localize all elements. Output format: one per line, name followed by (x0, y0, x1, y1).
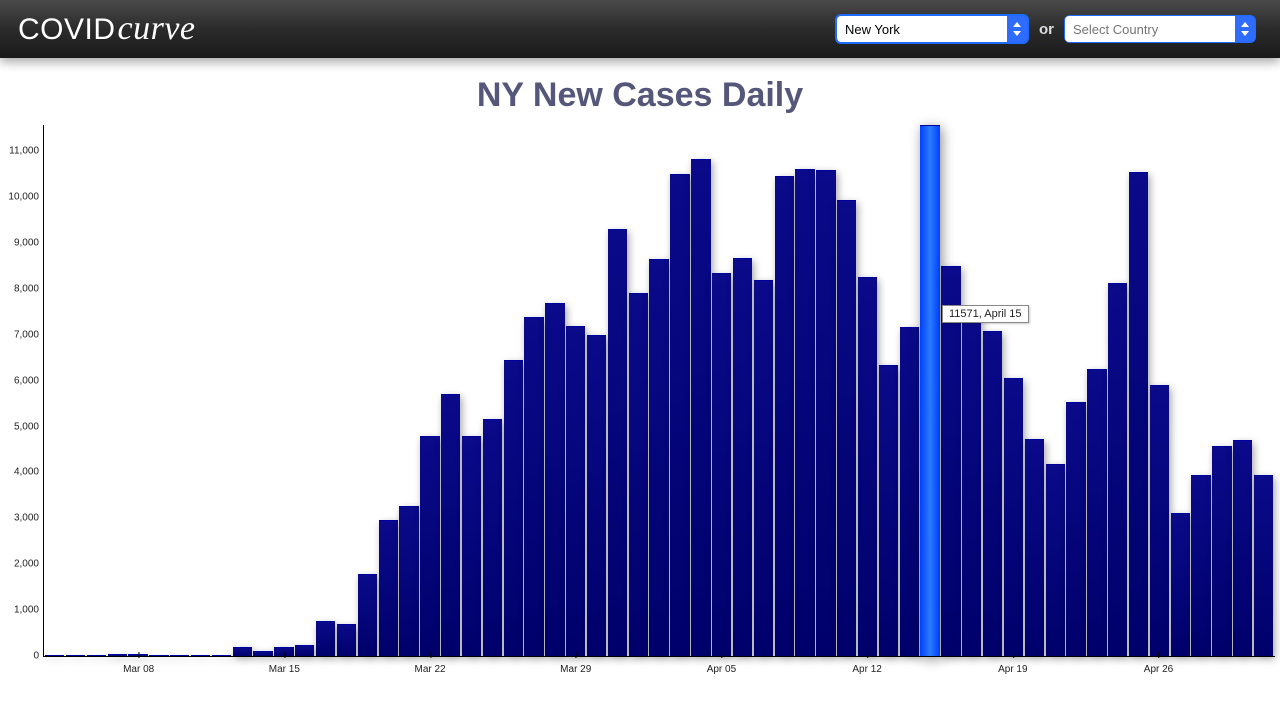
bar[interactable] (629, 293, 648, 656)
x-tick-label: Mar 15 (269, 664, 300, 675)
bar[interactable] (920, 125, 939, 656)
bar[interactable] (1212, 446, 1231, 656)
bar[interactable] (1129, 172, 1148, 656)
bar[interactable] (962, 317, 981, 656)
bar[interactable] (191, 655, 210, 656)
bar[interactable] (149, 655, 168, 656)
y-tick-label: 6,000 (14, 375, 39, 386)
y-tick-label: 10,000 (8, 192, 39, 203)
bar[interactable] (295, 645, 314, 656)
bar[interactable] (1087, 369, 1106, 656)
bar[interactable] (170, 655, 189, 656)
bar[interactable] (462, 436, 481, 656)
y-tick-label: 7,000 (14, 329, 39, 340)
updown-icon[interactable] (1235, 16, 1255, 42)
bar[interactable] (253, 651, 272, 656)
bar[interactable] (566, 326, 585, 656)
brand-text-curve: curve (118, 10, 196, 48)
bar[interactable] (670, 174, 689, 656)
bar[interactable] (733, 258, 752, 656)
y-axis: 0 1,000 2,000 3,000 4,000 5,000 6,000 7,000 8,00… (5, 125, 43, 685)
bar[interactable] (337, 624, 356, 656)
bar[interactable] (1233, 440, 1252, 656)
x-axis-line (43, 656, 1275, 657)
bar[interactable] (524, 317, 543, 656)
bar[interactable] (399, 506, 418, 656)
bar[interactable] (87, 655, 106, 656)
y-tick-label: 8,000 (14, 283, 39, 294)
bar[interactable] (879, 365, 898, 656)
bar[interactable] (941, 266, 960, 656)
x-tick-label: Apr 12 (852, 664, 881, 675)
chart-area: 0 1,000 2,000 3,000 4,000 5,000 6,000 7,000 8,00… (5, 125, 1275, 685)
bar[interactable] (358, 574, 377, 656)
top-bar: COVID curve or (0, 0, 1280, 58)
bar[interactable] (1066, 402, 1085, 656)
bar[interactable] (420, 436, 439, 656)
bar[interactable] (712, 273, 731, 656)
state-select-input[interactable] (837, 16, 1007, 42)
bar[interactable] (858, 277, 877, 657)
bar[interactable] (587, 335, 606, 656)
country-select-input[interactable] (1065, 16, 1235, 42)
bar[interactable] (608, 229, 627, 656)
bar[interactable] (1025, 439, 1044, 656)
bar[interactable] (1254, 475, 1273, 656)
bar[interactable] (691, 159, 710, 656)
bar[interactable] (379, 520, 398, 656)
state-select[interactable] (835, 14, 1029, 44)
y-tick-label: 1,000 (14, 605, 39, 616)
bar[interactable] (775, 176, 794, 656)
bar[interactable] (108, 654, 127, 656)
bar[interactable] (1004, 378, 1023, 656)
x-axis: Mar 08 Mar 15 Mar 22 Mar 29 Apr 05 Apr 12 Apr … (45, 659, 1273, 685)
tooltip: 11571, April 15 (942, 305, 1029, 323)
bar[interactable] (795, 169, 814, 656)
bars-container (45, 125, 1273, 656)
bar[interactable] (1046, 464, 1065, 656)
bar[interactable] (816, 170, 835, 656)
x-tick-label: Apr 05 (707, 664, 736, 675)
bar[interactable] (1108, 283, 1127, 656)
bar[interactable] (504, 360, 523, 656)
bar[interactable] (316, 621, 335, 656)
bar[interactable] (837, 200, 856, 656)
x-tick-label: Apr 26 (1144, 664, 1173, 675)
bar[interactable] (1171, 513, 1190, 656)
chart-title: NY New Cases Daily (0, 76, 1280, 115)
bar[interactable] (66, 655, 85, 656)
x-tick-label: Mar 29 (560, 664, 591, 675)
bar[interactable] (983, 331, 1002, 656)
y-tick-label: 2,000 (14, 559, 39, 570)
bar[interactable] (212, 655, 231, 656)
bar[interactable] (483, 419, 502, 656)
bar[interactable] (754, 280, 773, 656)
x-tick-label: Mar 08 (123, 664, 154, 675)
or-label: or (1039, 21, 1054, 38)
y-tick-label: 11,000 (9, 146, 39, 157)
y-tick-label: 3,000 (14, 513, 39, 524)
bar[interactable] (233, 647, 252, 656)
updown-icon[interactable] (1007, 16, 1027, 42)
bar[interactable] (900, 327, 919, 656)
brand-logo: COVID curve (18, 10, 196, 48)
y-axis-line (43, 125, 44, 657)
bar[interactable] (1150, 385, 1169, 656)
y-tick-label: 9,000 (14, 237, 39, 248)
country-select[interactable] (1064, 15, 1256, 43)
y-tick-label: 0 (33, 651, 39, 662)
y-tick-label: 4,000 (14, 467, 39, 478)
bar[interactable] (1191, 475, 1210, 656)
x-tick-label: Mar 22 (414, 664, 445, 675)
bar[interactable] (545, 303, 564, 656)
bar[interactable] (649, 259, 668, 656)
bar[interactable] (441, 394, 460, 656)
brand-text-covid: COVID (18, 13, 116, 47)
bar[interactable] (45, 655, 64, 656)
x-tick-label: Apr 19 (998, 664, 1027, 675)
y-tick-label: 5,000 (14, 421, 39, 432)
